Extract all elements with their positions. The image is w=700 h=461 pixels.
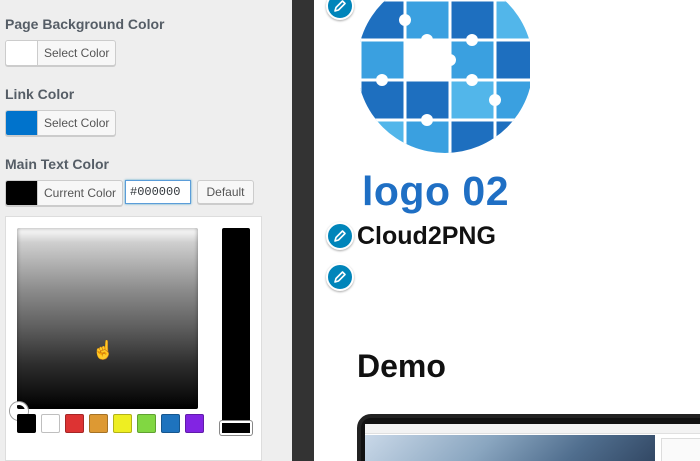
link-color-button-label: Select Color bbox=[44, 116, 110, 130]
hue-slider-handle[interactable] bbox=[220, 421, 252, 435]
laptop-mockup-image bbox=[357, 414, 700, 461]
customizer-panel: Page Background Color Select Color Link … bbox=[0, 0, 292, 461]
palette-swatch[interactable] bbox=[185, 414, 204, 433]
palette bbox=[17, 414, 204, 433]
laptop-screen bbox=[365, 424, 700, 461]
main-text-color-title: Main Text Color bbox=[5, 156, 109, 172]
page-background-swatch bbox=[6, 41, 38, 65]
palette-swatch[interactable] bbox=[41, 414, 60, 433]
main-text-color-swatch bbox=[6, 181, 38, 205]
edit-tagline-button[interactable] bbox=[326, 222, 354, 250]
pencil-icon bbox=[334, 230, 346, 242]
default-button[interactable]: Default bbox=[197, 180, 254, 204]
main-text-color-button-label: Current Color bbox=[44, 186, 117, 200]
pencil-icon bbox=[334, 0, 346, 12]
puzzle-globe-logo[interactable] bbox=[358, 0, 533, 155]
hand-cursor-icon: ☝ bbox=[92, 340, 115, 360]
edit-menu-button[interactable] bbox=[326, 263, 354, 291]
panel-divider bbox=[292, 0, 314, 461]
laptop-photo bbox=[365, 435, 655, 461]
palette-swatch[interactable] bbox=[161, 414, 180, 433]
color-picker: ☝ bbox=[5, 216, 262, 461]
hex-color-input[interactable]: #000000 bbox=[125, 180, 191, 204]
demo-heading: Demo bbox=[357, 348, 446, 384]
palette-swatch[interactable] bbox=[113, 414, 132, 433]
link-color-title: Link Color bbox=[5, 86, 75, 102]
link-color-swatch bbox=[6, 111, 38, 135]
edit-logo-button[interactable] bbox=[326, 0, 354, 20]
site-preview: logo 02 Cloud2PNG Demo bbox=[314, 0, 700, 461]
color-gradient-square[interactable] bbox=[17, 228, 198, 409]
palette-swatch[interactable] bbox=[65, 414, 84, 433]
page-background-color-title: Page Background Color bbox=[5, 16, 165, 32]
pencil-icon bbox=[334, 271, 346, 283]
site-tagline[interactable]: Cloud2PNG bbox=[357, 222, 496, 251]
hue-slider[interactable] bbox=[222, 228, 250, 434]
palette-swatch[interactable] bbox=[89, 414, 108, 433]
page-background-color-button[interactable]: Select Color bbox=[5, 40, 117, 66]
link-color-button[interactable]: Select Color bbox=[5, 110, 117, 136]
site-title[interactable]: logo 02 bbox=[362, 168, 509, 215]
laptop-browser-bar bbox=[365, 424, 700, 434]
page-background-button-label: Select Color bbox=[44, 46, 110, 60]
laptop-sidebar-widget bbox=[661, 438, 700, 461]
palette-swatch[interactable] bbox=[17, 414, 36, 433]
palette-swatch[interactable] bbox=[137, 414, 156, 433]
main-text-color-button[interactable]: Current Color bbox=[5, 180, 124, 206]
